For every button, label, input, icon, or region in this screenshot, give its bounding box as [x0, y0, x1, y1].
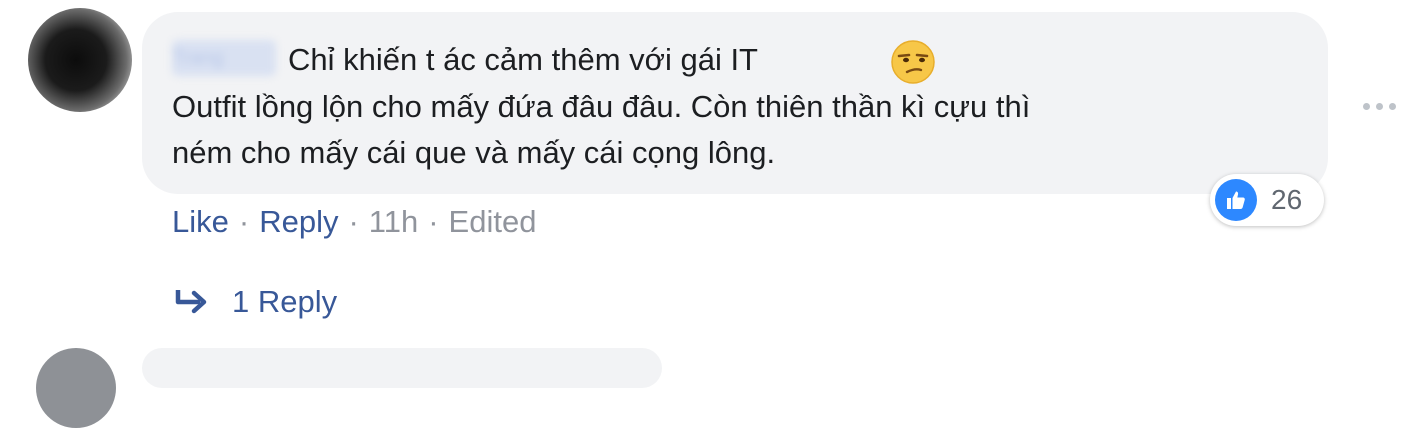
- next-comment-bubble: [142, 348, 662, 388]
- commenter-avatar[interactable]: [28, 8, 132, 112]
- more-dot: [1388, 102, 1396, 110]
- thumbs-up-icon: [1215, 179, 1257, 221]
- like-link[interactable]: Like: [172, 204, 229, 239]
- reply-arrow-icon: [175, 290, 207, 314]
- reply-link[interactable]: Reply: [259, 204, 338, 239]
- more-dot: [1362, 102, 1370, 110]
- separator: ·: [238, 204, 250, 239]
- next-commenter-avatar[interactable]: [36, 348, 116, 428]
- reaction-count: 26: [1271, 184, 1303, 215]
- comment-text-line-3: ném cho mấy cái que và mấy cái cọng lông…: [172, 135, 776, 170]
- edited-label[interactable]: Edited: [449, 204, 537, 239]
- separator: ·: [428, 204, 439, 239]
- unamused-face-icon: [891, 40, 935, 84]
- replies-count-label: 1 Reply: [232, 284, 338, 319]
- comment-actions: Like · Reply · 11h · Edited: [172, 200, 536, 244]
- comment-text-line-2: Outfit lồng lộn cho mấy đứa đâu đâu. Còn…: [172, 89, 1031, 124]
- comment-timestamp[interactable]: 11h: [369, 204, 418, 239]
- comment-author-name[interactable]: Trang: [172, 40, 276, 76]
- more-dot: [1375, 102, 1383, 110]
- separator: ·: [348, 204, 359, 239]
- reaction-summary[interactable]: 26: [1210, 174, 1324, 226]
- more-options-button[interactable]: [1355, 91, 1403, 121]
- comment-text-line-1: Chỉ khiến t ác cảm thêm với gái IT: [288, 42, 758, 77]
- view-replies-link[interactable]: 1 Reply: [174, 280, 337, 324]
